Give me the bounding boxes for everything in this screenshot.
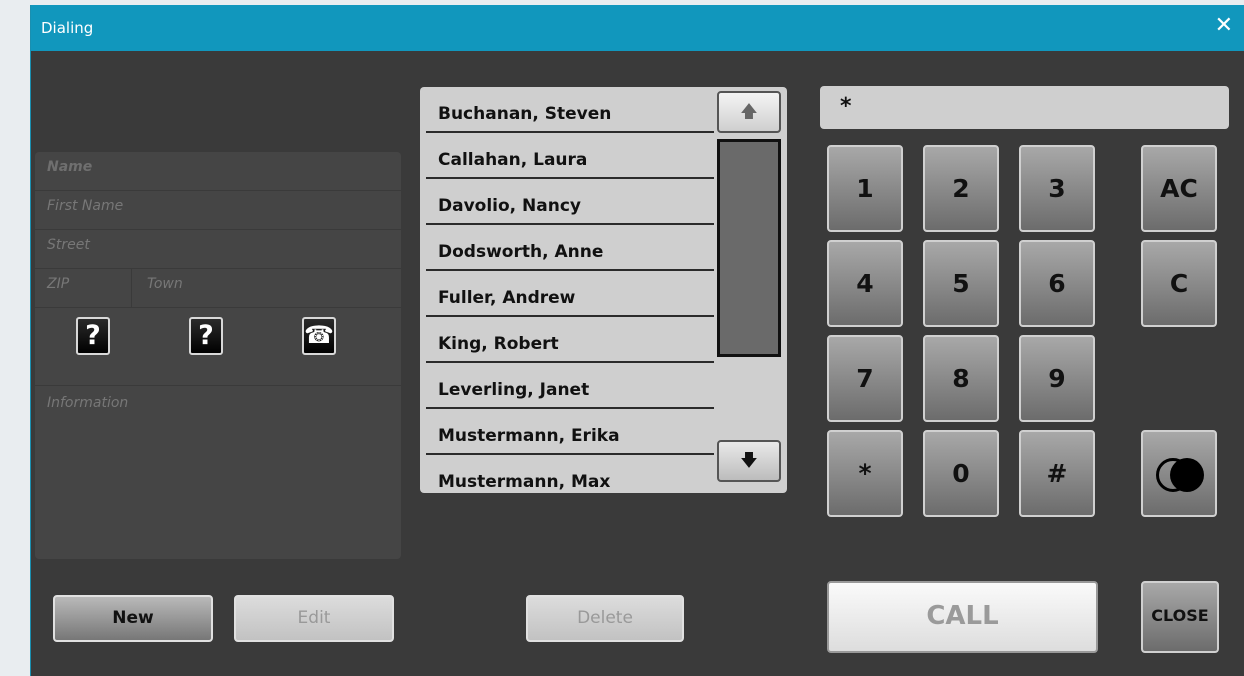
key-6[interactable]: 6 bbox=[1019, 240, 1095, 327]
street-field[interactable]: Street bbox=[35, 230, 401, 269]
scroll-down-button[interactable]: 🡇 bbox=[717, 440, 781, 482]
key-1[interactable]: 1 bbox=[827, 145, 903, 232]
list-item[interactable]: Buchanan, Steven bbox=[426, 87, 714, 133]
key-3[interactable]: 3 bbox=[1019, 145, 1095, 232]
window-title: Dialing bbox=[41, 19, 94, 37]
key-4[interactable]: 4 bbox=[827, 240, 903, 327]
key-clear-all[interactable]: AC bbox=[1141, 145, 1217, 232]
key-8[interactable]: 8 bbox=[923, 335, 999, 422]
contact-name: Callahan, Laura bbox=[438, 150, 588, 170]
key-2[interactable]: 2 bbox=[923, 145, 999, 232]
key-9[interactable]: 9 bbox=[1019, 335, 1095, 422]
contact-name: King, Robert bbox=[438, 334, 559, 354]
dial-number-value: * bbox=[840, 94, 852, 119]
contact-list: Buchanan, Steven Callahan, Laura Davolio… bbox=[420, 87, 787, 493]
zip-town-row: ZIP Town bbox=[35, 269, 401, 308]
close-button[interactable]: CLOSE bbox=[1141, 581, 1219, 653]
question-icon[interactable]: ? bbox=[76, 317, 110, 355]
question-icon[interactable]: ? bbox=[189, 317, 223, 355]
first-name-placeholder: First Name bbox=[47, 198, 124, 214]
call-button[interactable]: CALL bbox=[827, 581, 1098, 653]
street-placeholder: Street bbox=[47, 237, 90, 253]
list-item[interactable]: Callahan, Laura bbox=[426, 133, 714, 179]
arrow-down-icon: 🡇 bbox=[740, 451, 758, 471]
key-7[interactable]: 7 bbox=[827, 335, 903, 422]
key-clear[interactable]: C bbox=[1141, 240, 1217, 327]
title-bar: Dialing ✕ bbox=[31, 5, 1244, 51]
close-icon[interactable]: ✕ bbox=[1215, 13, 1233, 39]
new-button[interactable]: New bbox=[53, 595, 213, 642]
key-5[interactable]: 5 bbox=[923, 240, 999, 327]
delete-button[interactable]: Delete bbox=[526, 595, 684, 642]
contact-name: Mustermann, Max bbox=[438, 472, 611, 492]
list-item[interactable]: Fuller, Andrew bbox=[426, 271, 714, 317]
key-star[interactable]: * bbox=[827, 430, 903, 517]
first-name-field[interactable]: First Name bbox=[35, 191, 401, 230]
dial-number-display[interactable]: * bbox=[820, 86, 1229, 129]
toggle-icon bbox=[1156, 458, 1204, 492]
key-0[interactable]: 0 bbox=[923, 430, 999, 517]
list-item[interactable]: King, Robert bbox=[426, 317, 714, 363]
dialing-window: Dialing ✕ Name First Name Street ZIP Tow… bbox=[30, 5, 1244, 676]
contact-detail-panel: Name First Name Street ZIP Town ? ? ☎ In… bbox=[35, 152, 401, 559]
name-placeholder: Name bbox=[47, 159, 93, 175]
contact-name: Fuller, Andrew bbox=[438, 288, 576, 308]
key-hash[interactable]: # bbox=[1019, 430, 1095, 517]
list-item[interactable]: Dodsworth, Anne bbox=[426, 225, 714, 271]
contact-name: Mustermann, Erika bbox=[438, 426, 620, 446]
town-field[interactable]: Town bbox=[147, 276, 183, 292]
list-item[interactable]: Mustermann, Erika bbox=[426, 409, 714, 455]
contact-name: Leverling, Janet bbox=[438, 380, 590, 400]
arrow-up-icon: 🡅 bbox=[740, 102, 758, 122]
zip-field[interactable]: ZIP bbox=[47, 276, 69, 292]
zip-divider bbox=[131, 269, 132, 308]
toggle-button[interactable] bbox=[1141, 430, 1217, 517]
list-item[interactable]: Mustermann, Max bbox=[426, 455, 714, 493]
information-field[interactable]: Information bbox=[47, 395, 128, 411]
contact-name: Davolio, Nancy bbox=[438, 196, 582, 216]
edit-button[interactable]: Edit bbox=[234, 595, 394, 642]
list-item[interactable]: Leverling, Janet bbox=[426, 363, 714, 409]
contact-name: Dodsworth, Anne bbox=[438, 242, 604, 262]
list-item[interactable]: Davolio, Nancy bbox=[426, 179, 714, 225]
telephone-icon[interactable]: ☎ bbox=[302, 317, 336, 355]
scrollbar-thumb[interactable] bbox=[717, 139, 781, 357]
scroll-up-button[interactable]: 🡅 bbox=[717, 91, 781, 133]
name-field[interactable]: Name bbox=[35, 152, 401, 191]
contact-name: Buchanan, Steven bbox=[438, 104, 612, 124]
